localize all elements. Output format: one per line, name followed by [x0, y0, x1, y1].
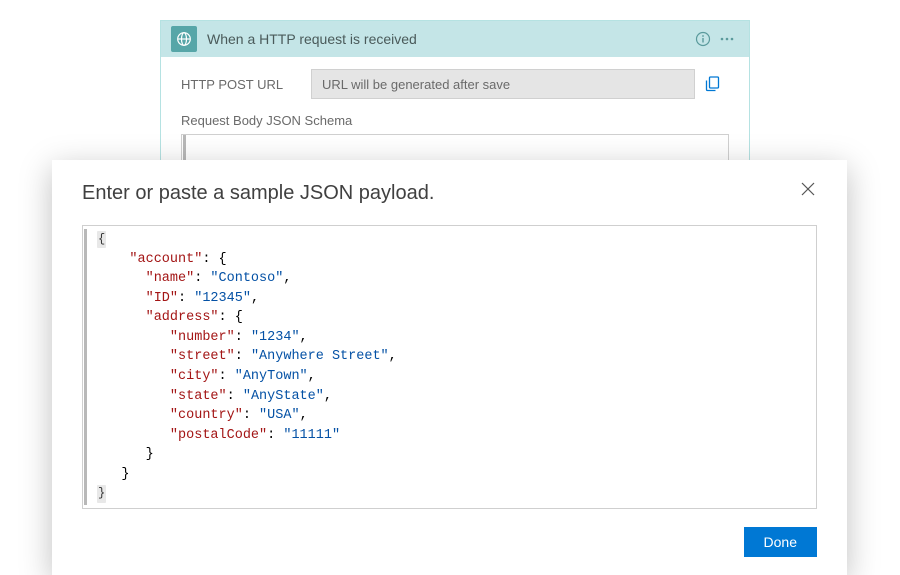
- json-key: "postalCode": [170, 428, 267, 443]
- done-button[interactable]: Done: [744, 527, 817, 557]
- json-value: "AnyState": [243, 389, 324, 404]
- copy-icon[interactable]: [695, 69, 729, 99]
- trigger-title: When a HTTP request is received: [207, 31, 691, 47]
- trigger-header[interactable]: When a HTTP request is received: [161, 21, 749, 57]
- modal-title: Enter or paste a sample JSON payload.: [82, 182, 434, 205]
- json-value: "12345": [194, 291, 251, 306]
- json-key: "country": [170, 408, 243, 423]
- json-key: "state": [170, 389, 227, 404]
- json-value: "11111": [283, 428, 340, 443]
- json-value: "1234": [251, 330, 300, 345]
- url-label: HTTP POST URL: [181, 77, 311, 92]
- url-row: HTTP POST URL URL will be generated afte…: [181, 69, 729, 99]
- json-key: "number": [170, 330, 235, 345]
- json-value: "Anywhere Street": [251, 349, 389, 364]
- json-value: "Contoso": [210, 271, 283, 286]
- json-payload-input[interactable]: { "account": { "name": "Contoso", "ID": …: [82, 225, 817, 509]
- json-key: "account": [129, 252, 202, 267]
- json-key: "ID": [146, 291, 178, 306]
- schema-label: Request Body JSON Schema: [181, 113, 729, 128]
- json-key: "street": [170, 349, 235, 364]
- modal-footer: Done: [82, 527, 817, 557]
- json-key: "name": [146, 271, 195, 286]
- json-value: "USA": [259, 408, 300, 423]
- more-icon[interactable]: [715, 27, 739, 51]
- info-icon[interactable]: [691, 27, 715, 51]
- modal-header: Enter or paste a sample JSON payload.: [82, 182, 817, 205]
- json-key: "address": [146, 310, 219, 325]
- json-key: "city": [170, 369, 219, 384]
- sample-payload-modal: Enter or paste a sample JSON payload. { …: [52, 160, 847, 575]
- json-value: "AnyTown": [235, 369, 308, 384]
- close-icon[interactable]: [801, 182, 817, 198]
- http-request-icon: [171, 26, 197, 52]
- url-output: URL will be generated after save: [311, 69, 695, 99]
